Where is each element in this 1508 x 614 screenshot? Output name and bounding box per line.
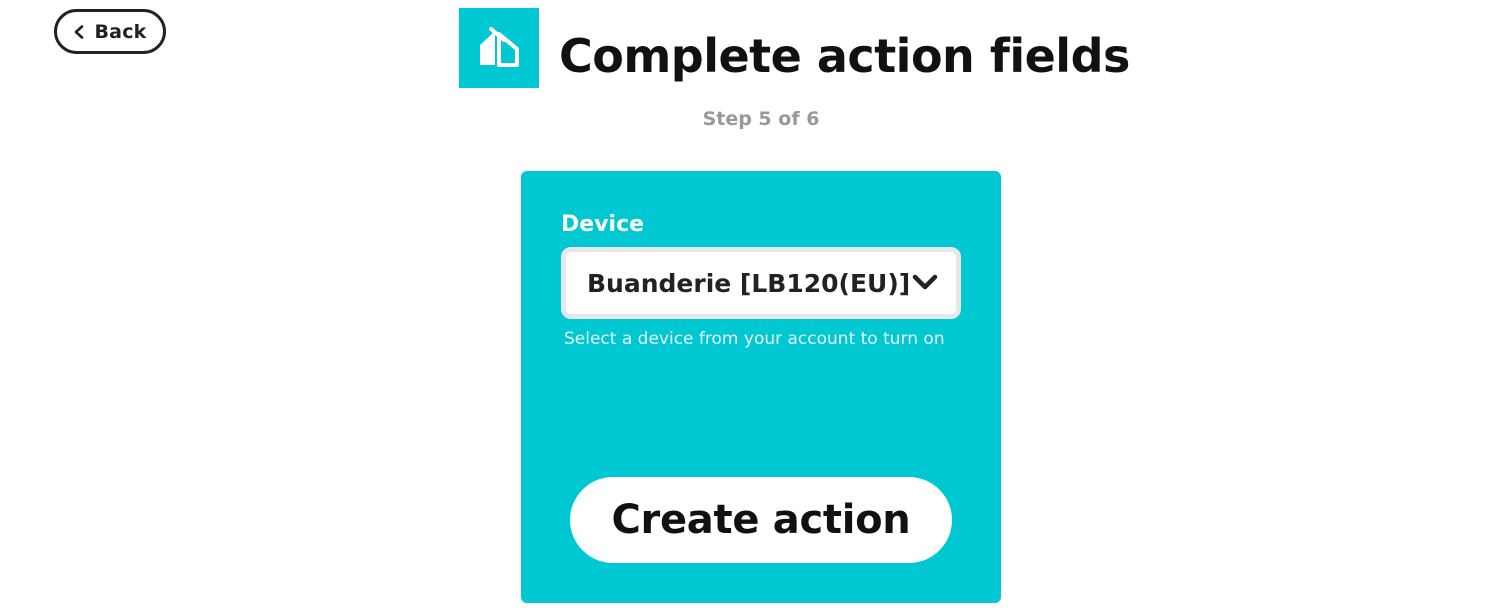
create-action-button[interactable]: Create action: [570, 477, 952, 563]
kasa-house-icon: [459, 8, 539, 88]
device-helper-text: Select a device from your account to tur…: [564, 329, 945, 349]
device-select-value: Buanderie [LB120(EU)]: [587, 268, 911, 298]
chevron-down-icon: [912, 274, 938, 290]
step-indicator: Step 5 of 6: [702, 108, 820, 130]
action-fields-card: Device Buanderie [LB120(EU)] Select a de…: [521, 171, 1001, 603]
back-button[interactable]: Back: [54, 9, 166, 54]
chevron-left-icon: [75, 24, 84, 39]
device-field-label: Device: [561, 212, 645, 237]
page-title: Complete action fields: [559, 29, 1130, 83]
device-select[interactable]: Buanderie [LB120(EU)]: [561, 247, 961, 319]
create-action-label: Create action: [611, 497, 911, 543]
back-label: Back: [94, 20, 147, 43]
page: Back Complete action fields Step 5 of 6 …: [0, 0, 1508, 614]
